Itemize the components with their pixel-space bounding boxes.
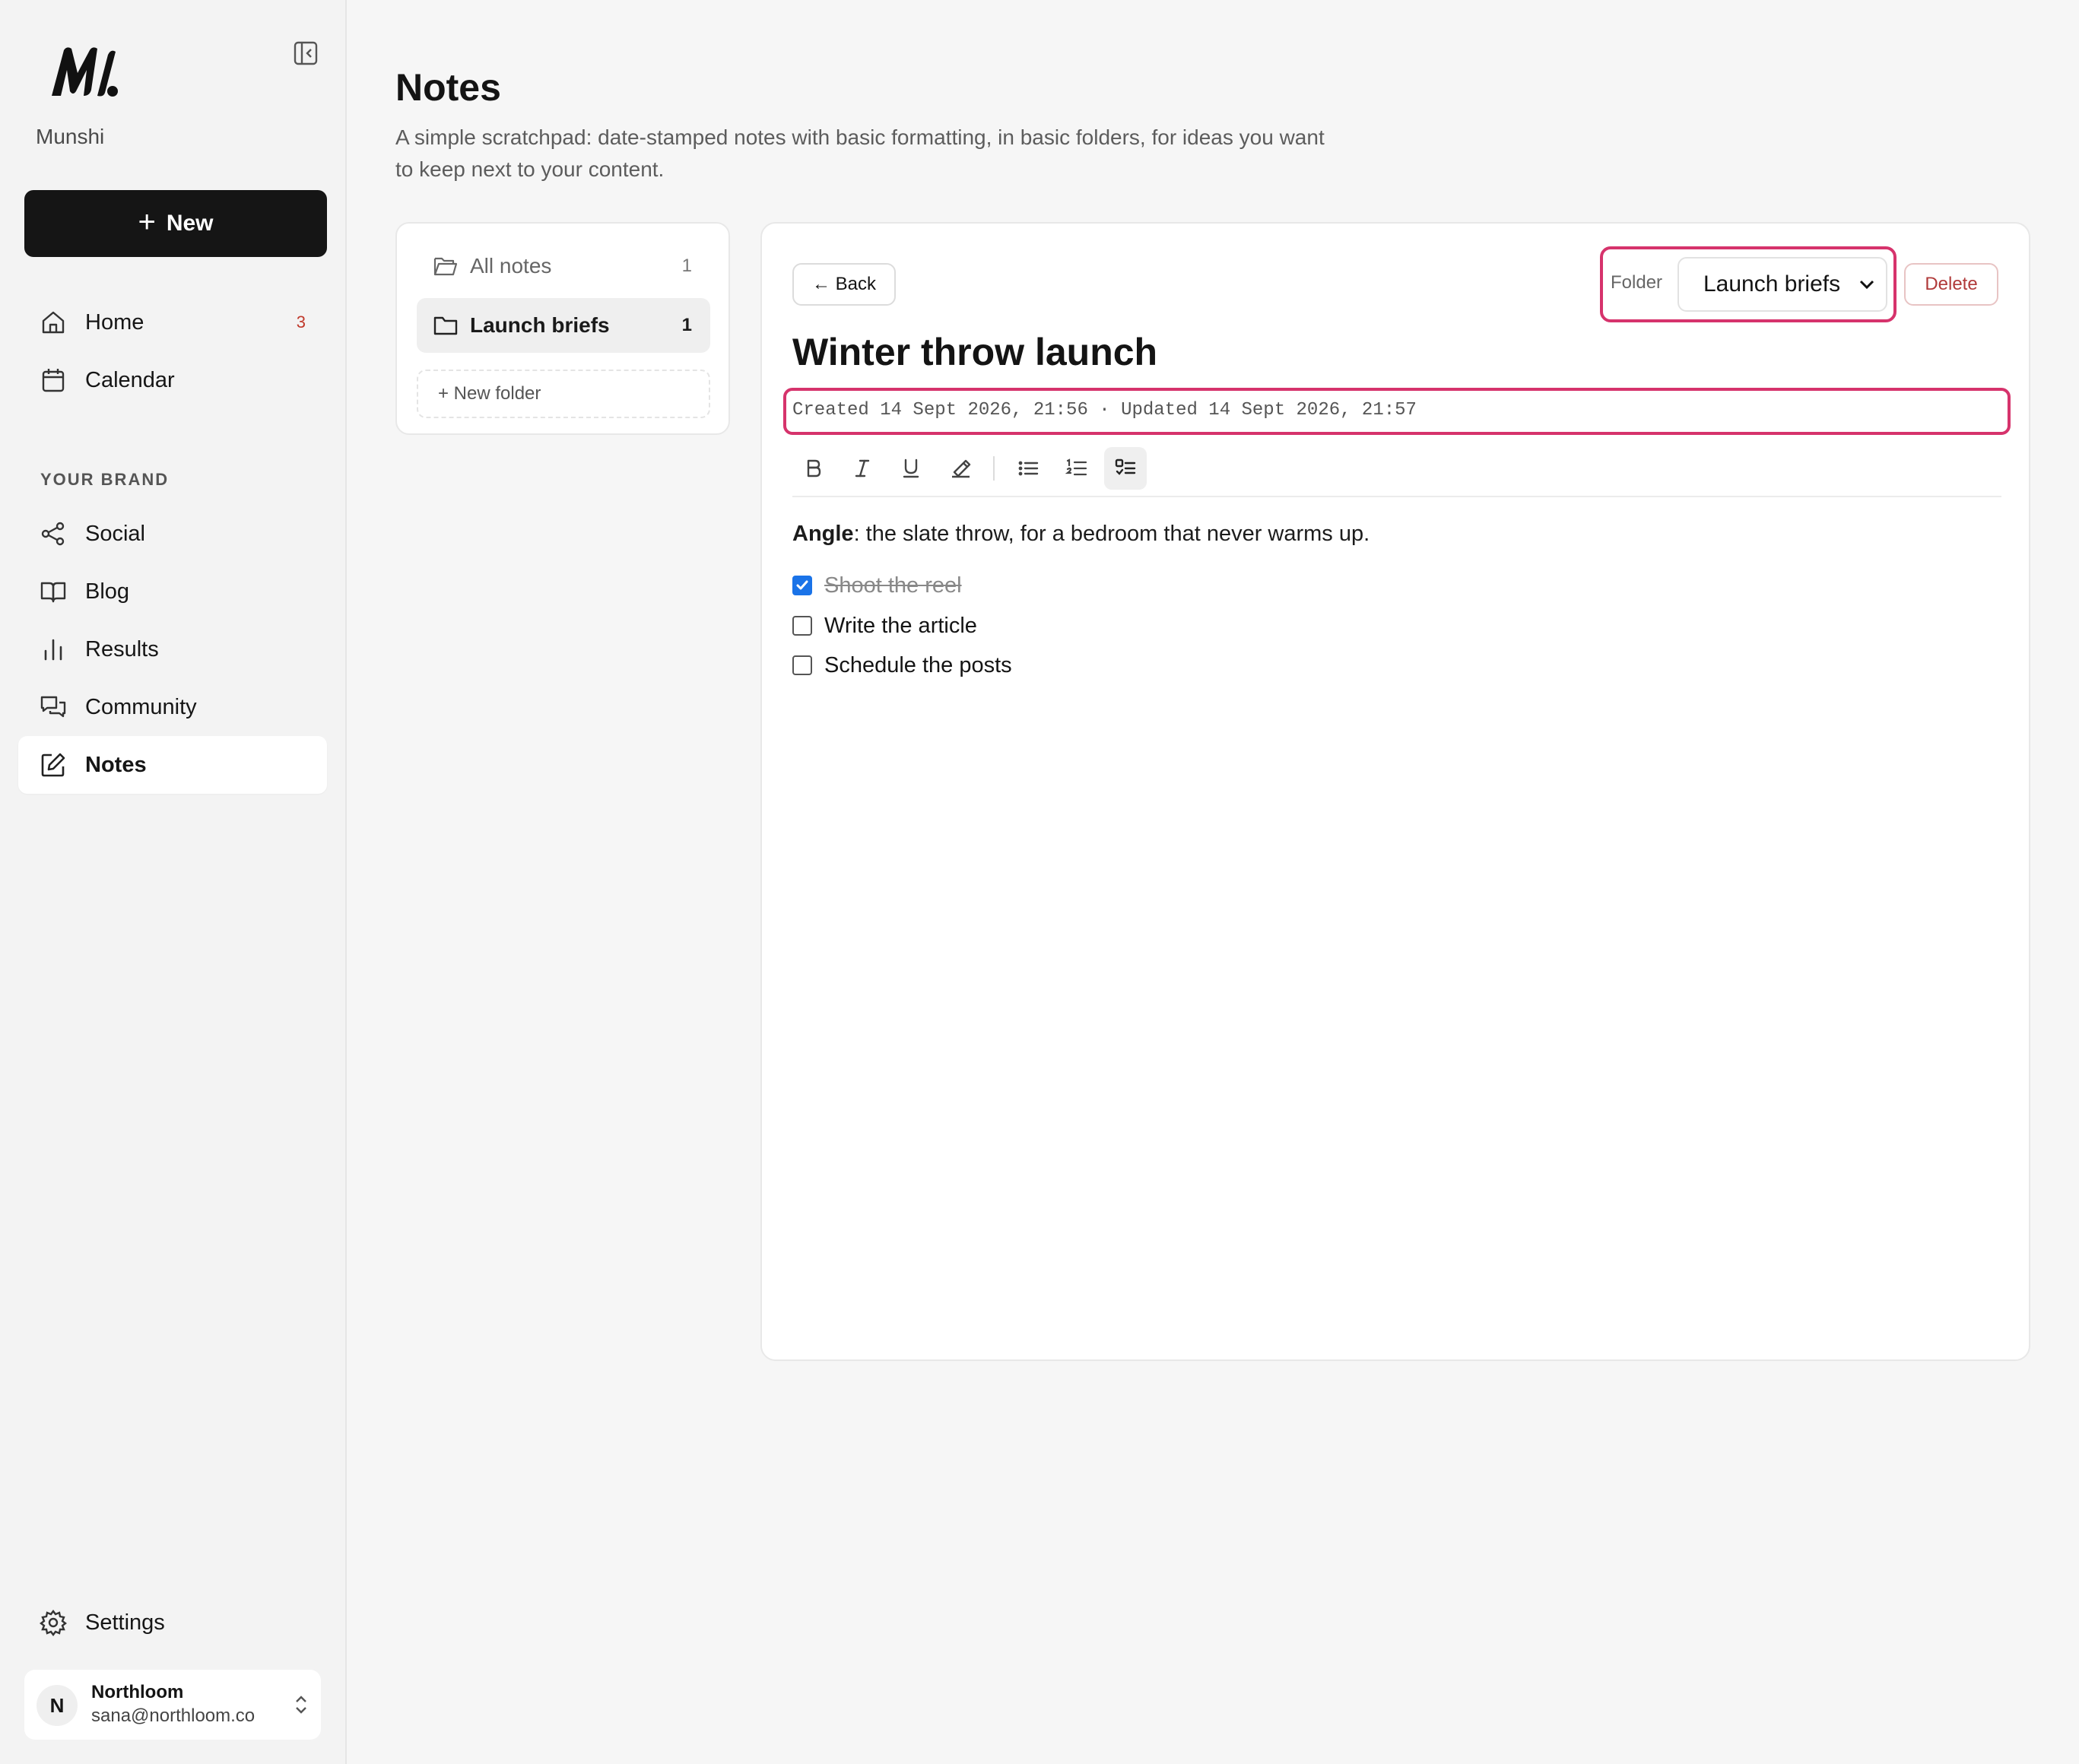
folder-count: 1 [681,255,692,276]
chevron-up-down-icon [296,1696,306,1714]
checklist-icon [1115,458,1136,475]
plus-icon: + [138,205,156,239]
note-timestamps: Created 14 Sept 2026, 21:56 · Updated 14… [792,400,1417,420]
sidebar-item-label: Notes [85,752,147,777]
sidebar-item-label: Home [85,309,144,335]
checklist-item-text: Write the article [824,613,977,638]
bold-button[interactable] [792,447,835,490]
brand-name: Munshi [36,125,105,148]
sidebar-item-label: Community [85,694,197,719]
folder-select[interactable]: Launch briefs [1677,257,1887,312]
bullet-list-icon [1018,461,1039,476]
folder-label: All notes [470,254,552,278]
checklist-item-text: Shoot the reel [824,573,962,598]
checkbox-checked[interactable] [792,576,812,595]
folder-icon [433,316,458,335]
account-email: sana@northloom.co [91,1705,256,1726]
share-icon [41,522,65,546]
sidebar-item-notes[interactable]: Notes [18,736,327,794]
edit-note-icon [41,753,65,777]
folder-select-value: Launch briefs [1703,271,1841,297]
underline-button[interactable] [890,447,932,490]
note-editor: ← Back Folder Launch briefs Delete Winte… [760,222,2030,1361]
checklist-item-text: Schedule the posts [824,652,1012,677]
munshi-logo [52,47,118,97]
sidebar-item-social[interactable]: Social [18,505,327,563]
account-switcher[interactable]: N Northloom sana@northloom.co [24,1670,321,1740]
bullet-list-button[interactable] [1007,447,1049,490]
sidebar-item-home[interactable]: Home 3 [18,293,327,351]
highlight-icon [952,459,971,478]
folder-field-label: Folder [1611,272,1663,293]
note-body-text: : the slate throw, for a bedroom that ne… [853,522,1370,546]
numbered-list-button[interactable] [1055,447,1098,490]
folder-label: Launch briefs [470,313,610,337]
sidebar-item-community[interactable]: Community [18,678,327,736]
bar-chart-icon [44,639,62,661]
delete-button[interactable]: Delete [1904,263,1998,306]
avatar: N [37,1685,78,1726]
bold-icon [807,459,821,477]
folder-count: 1 [681,315,692,335]
sidebar-item-label: Blog [85,579,130,604]
italic-icon [855,459,870,477]
check-icon [796,580,808,590]
note-body-bold: Angle [792,522,854,546]
collapse-sidebar-icon[interactable] [290,38,321,68]
sidebar: Munshi + New Home 3 Calendar YOUR BRAND … [0,0,347,1764]
checkbox-unchecked[interactable] [792,616,812,636]
checklist-item[interactable]: Schedule the posts [792,650,1012,681]
folder-launch-briefs[interactable]: Launch briefs 1 [417,298,710,353]
checklist-button[interactable] [1104,447,1147,490]
folders-panel: All notes 1 Launch briefs 1 + New folder [395,222,730,435]
book-icon [40,582,66,603]
calendar-icon [42,369,65,392]
sidebar-item-settings[interactable]: Settings [18,1594,327,1651]
checklist-item[interactable]: Write the article [792,611,977,641]
numbered-list-icon [1065,458,1087,476]
note-body-paragraph[interactable]: Angle: the slate throw, for a bedroom th… [792,522,1370,547]
new-button[interactable]: + New [24,190,327,257]
sidebar-item-label: Social [85,521,145,546]
new-button-label: New [166,211,214,236]
chat-icon [40,696,66,718]
formatting-toolbar [792,444,2001,497]
sidebar-item-label: Settings [85,1610,165,1635]
note-title[interactable]: Winter throw launch [792,330,1157,374]
new-folder-button[interactable]: + New folder [417,370,710,418]
section-label-your-brand: YOUR BRAND [40,470,170,489]
checkbox-unchecked[interactable] [792,655,812,675]
italic-button[interactable] [841,447,884,490]
sidebar-item-label: Results [85,636,159,662]
home-icon [42,311,65,334]
toolbar-divider [993,456,995,481]
page-description: A simple scratchpad: date-stamped notes … [395,125,1325,181]
page-title: Notes [395,66,501,109]
folder-all-notes[interactable]: All notes 1 [417,239,710,293]
sidebar-item-blog[interactable]: Blog [18,563,327,620]
underline-icon [903,458,919,478]
account-name: Northloom [91,1682,184,1702]
folder-open-icon [433,257,458,276]
sidebar-item-calendar[interactable]: Calendar [18,351,327,409]
highlight-button[interactable] [940,447,982,490]
checklist-item[interactable]: Shoot the reel [792,570,962,601]
back-button[interactable]: ← Back [792,263,896,306]
sidebar-item-label: Calendar [85,367,175,392]
home-count-badge: 3 [296,313,306,332]
chevron-down-icon [1859,280,1874,290]
sidebar-item-results[interactable]: Results [18,620,327,678]
gear-icon [40,1610,67,1636]
